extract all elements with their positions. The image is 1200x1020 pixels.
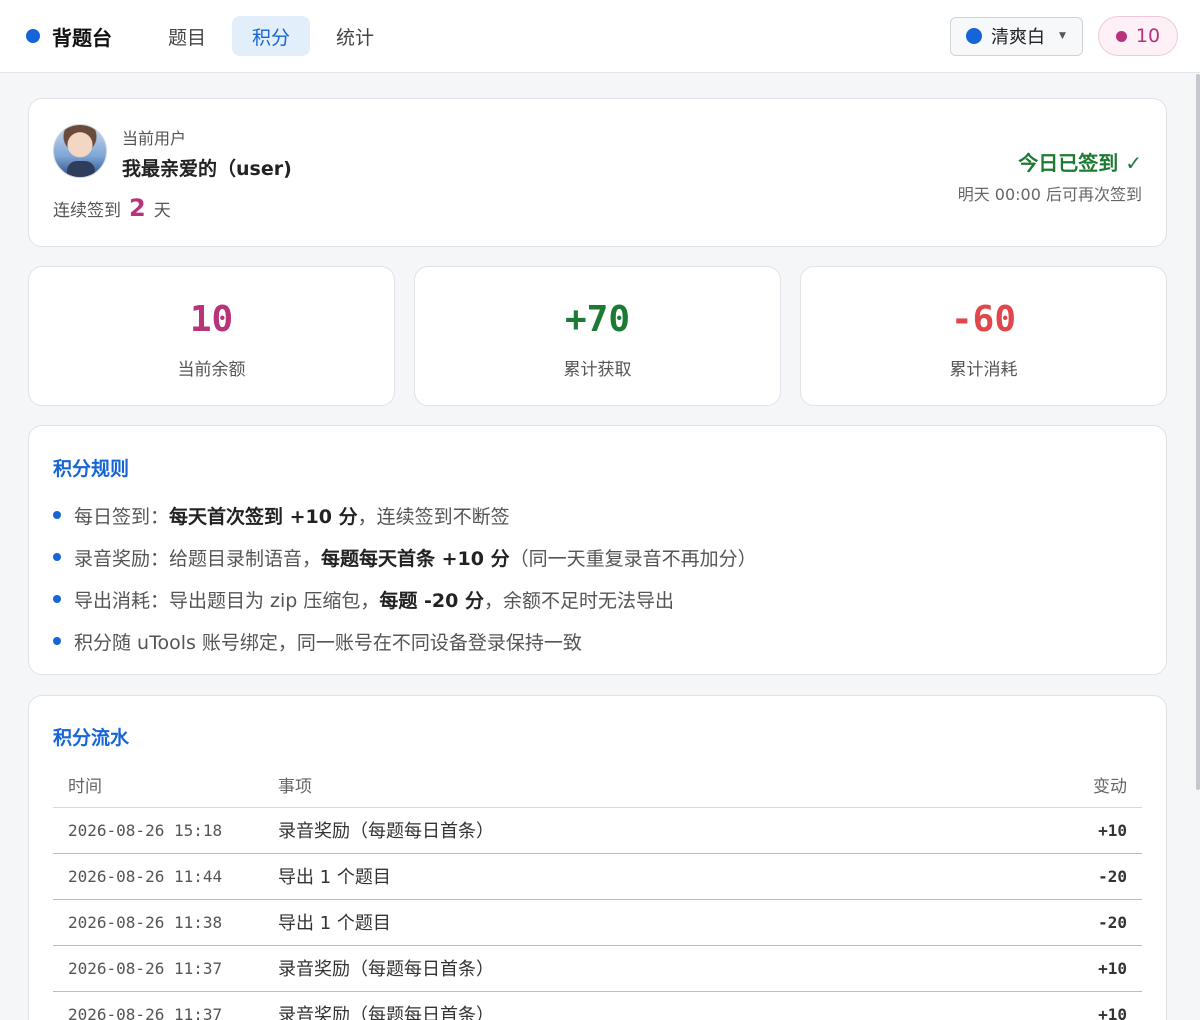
rule-item: 录音奖励：给题目录制语音， 每题每天首条 +10 分（同一天重复录音不再加分） (53, 536, 757, 578)
user-caption: 当前用户 (122, 129, 187, 148)
streak-prefix: 连续签到 (53, 201, 121, 221)
app-name: 背题台 (52, 25, 112, 50)
ledger-title: 积分流水 (53, 727, 130, 749)
rule-text: ，连续签到不断签 (357, 505, 510, 528)
rule-highlight: 每天首次签到 +10 分 (169, 505, 358, 528)
signin-status: 今日已签到 ✓ (1018, 151, 1142, 175)
stat-spent: -60 累计消耗 (800, 266, 1167, 406)
theme-label: 清爽白 (991, 27, 1045, 48)
stat-balance-label: 当前余额 (177, 360, 246, 380)
cell-change: -20 (978, 853, 1142, 900)
cell-change: -20 (978, 899, 1142, 946)
rule-text: 导出消耗：导出题目为 zip 压缩包， (74, 589, 380, 612)
bullet-icon (53, 637, 61, 645)
cell-time: 2026-08-26 11:37 (53, 945, 278, 992)
theme-select[interactable]: 清爽白 ▼ (950, 16, 1083, 56)
stat-spent-value: -60 (950, 299, 1017, 340)
ledger-card: 积分流水 时间 事项 变动 2026-08-26 15:18 录音奖励（每题每日… (28, 695, 1167, 1020)
chevron-down-icon: ▼ (1059, 31, 1066, 41)
rule-text: （同一天重复录音不再加分） (509, 547, 757, 570)
tab-points[interactable]: 积分 (232, 16, 311, 56)
rules-card: 积分规则 每日签到： 每天首次签到 +10 分，连续签到不断签 录音奖励：给题目录… (28, 425, 1167, 675)
cell-item: 导出 1 个题目 (278, 899, 978, 946)
rules-title: 积分规则 (53, 458, 130, 480)
ledger-table: 时间 事项 变动 2026-08-26 15:18 录音奖励（每题每日首条） +… (53, 762, 1142, 1020)
rule-highlight: 每题 -20 分 (379, 589, 484, 612)
stat-earned-label: 累计获取 (563, 360, 632, 380)
rule-item: 每日签到： 每天首次签到 +10 分，连续签到不断签 (53, 494, 757, 536)
bullet-icon (53, 553, 61, 561)
table-row: 2026-08-26 11:37 录音奖励（每题每日首条） +10 (53, 991, 1142, 1020)
column-header-time: 时间 (53, 762, 278, 808)
rule-text: 每日签到： (74, 505, 170, 528)
cell-item: 录音奖励（每题每日首条） (278, 807, 978, 854)
brand-dot-icon (26, 29, 40, 43)
points-badge-value: 10 (1135, 25, 1161, 47)
cell-time: 2026-08-26 15:18 (53, 807, 278, 854)
avatar (53, 124, 107, 178)
rule-item: 积分随 uTools 账号绑定，同一账号在不同设备登录保持一致 (53, 620, 757, 662)
brand: 背题台 (26, 22, 112, 51)
points-dot-icon (1115, 30, 1127, 42)
user-name: 我最亲爱的（user) (122, 158, 292, 180)
rule-text: 录音奖励：给题目录制语音， (74, 547, 322, 570)
table-header-row: 时间 事项 变动 (53, 762, 1142, 808)
table-row: 2026-08-26 11:38 导出 1 个题目 -20 (53, 899, 1142, 946)
streak-days: 2 (129, 194, 146, 222)
bullet-icon (53, 511, 61, 519)
tab-statistics[interactable]: 统计 (316, 16, 394, 56)
column-header-change: 变动 (978, 762, 1142, 808)
stat-earned-value: +70 (564, 299, 631, 340)
column-header-item: 事项 (278, 762, 978, 808)
table-row: 2026-08-26 15:18 录音奖励（每题每日首条） +10 (53, 807, 1142, 854)
rule-highlight: 每题每天首条 +10 分 (321, 547, 510, 570)
table-row: 2026-08-26 11:44 导出 1 个题目 -20 (53, 853, 1142, 900)
avatar-figure (67, 161, 95, 177)
rule-text: 积分随 uTools 账号绑定，同一账号在不同设备登录保持一致 (74, 631, 582, 654)
rules-list: 每日签到： 每天首次签到 +10 分，连续签到不断签 录音奖励：给题目录制语音，每… (53, 494, 757, 662)
stat-earned: +70 累计获取 (414, 266, 781, 406)
bullet-icon (53, 595, 61, 603)
streak-info: 连续签到 2 天 (53, 194, 171, 222)
stat-balance: 10 当前余额 (28, 266, 395, 406)
rule-item: 导出消耗：导出题目为 zip 压缩包， 每题 -20 分，余额不足时无法导出 (53, 578, 757, 620)
cell-time: 2026-08-26 11:37 (53, 991, 278, 1020)
header-controls: 清爽白 ▼ 10 (950, 16, 1178, 56)
cell-change: +10 (978, 945, 1142, 992)
table-row: 2026-08-26 11:37 录音奖励（每题每日首条） +10 (53, 945, 1142, 992)
streak-suffix: 天 (153, 201, 171, 221)
user-card: 当前用户 我最亲爱的（user) 连续签到 2 天 今日已签到 ✓ 明天 00:… (28, 98, 1167, 247)
cell-item: 导出 1 个题目 (278, 853, 978, 900)
main-nav: 题目 积分 统计 (148, 16, 400, 56)
cell-time: 2026-08-26 11:38 (53, 899, 278, 946)
rule-text: ，余额不足时无法导出 (483, 589, 674, 612)
cell-item: 录音奖励（每题每日首条） (278, 945, 978, 992)
signin-next-hint: 明天 00:00 后可再次签到 (957, 185, 1142, 204)
cell-item: 录音奖励（每题每日首条） (278, 991, 978, 1020)
stat-balance-value: 10 (189, 299, 234, 340)
top-bar: 背题台 题目 积分 统计 清爽白 ▼ 10 (0, 0, 1200, 73)
tab-questions[interactable]: 题目 (148, 16, 226, 56)
scrollbar[interactable] (1196, 74, 1200, 790)
stat-spent-label: 累计消耗 (949, 360, 1018, 380)
cell-time: 2026-08-26 11:44 (53, 853, 278, 900)
points-badge[interactable]: 10 (1098, 16, 1178, 56)
cell-change: +10 (978, 991, 1142, 1020)
theme-color-icon (966, 28, 982, 44)
cell-change: +10 (978, 807, 1142, 854)
